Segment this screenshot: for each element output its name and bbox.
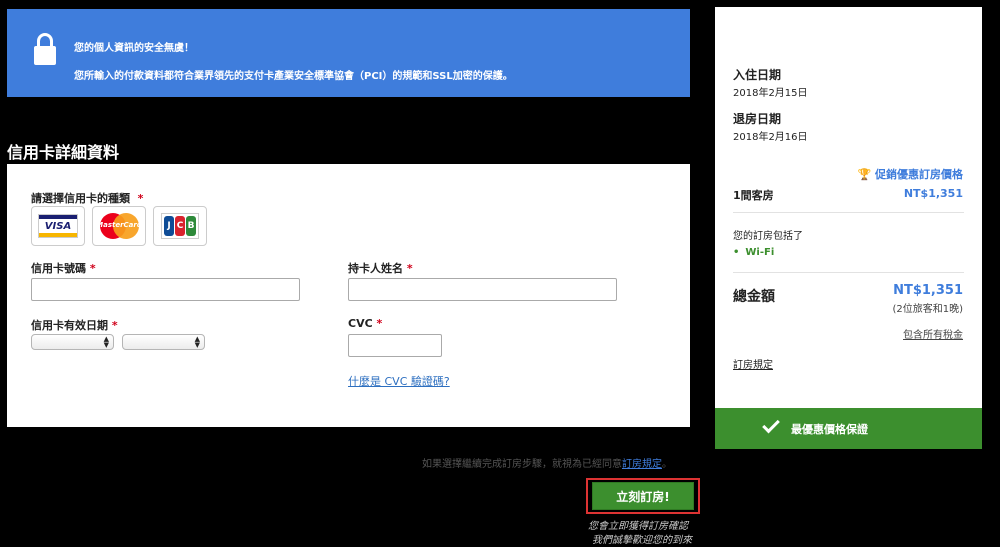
- includes-wifi: Wi-Fi: [733, 247, 774, 258]
- room-price: NT$1,351: [903, 187, 963, 200]
- mastercard-card-option[interactable]: MasterCard: [92, 206, 146, 246]
- divider: [733, 212, 964, 213]
- select-arrow-icon: ▲ ▼: [194, 335, 200, 349]
- select-arrow-icon: ▲ ▼: [103, 335, 109, 349]
- jcb-card-option[interactable]: JCB: [153, 206, 207, 246]
- cvc-input[interactable]: [348, 334, 442, 357]
- cardholder-name-input[interactable]: [348, 278, 617, 301]
- guarantee-label: 最優惠價格保證: [791, 422, 868, 436]
- booking-summary-panel: 入住日期 2018年2月15日 退房日期 2018年2月16日 🏆 促銷優惠訂房…: [715, 7, 982, 449]
- expiry-date-label: 信用卡有效日期 *: [31, 319, 118, 332]
- jcb-logo: JCB: [161, 213, 199, 239]
- booking-policy-link[interactable]: 訂房規定: [733, 356, 773, 371]
- security-description: 您所輸入的付款資料都符合業界領先的支付卡產業安全標準協會（PCI）的規範和SSL…: [74, 71, 513, 82]
- cardholder-name-label: 持卡人姓名 *: [348, 262, 413, 275]
- booking-agreement: 如果選擇繼續完成訂房步驟，就視為已經同意訂房規定。: [422, 459, 672, 470]
- cvc-label: CVC *: [348, 317, 383, 330]
- checkout-date: 2018年2月16日: [733, 132, 808, 143]
- divider: [733, 272, 964, 273]
- visa-logo: VISA: [38, 214, 78, 238]
- total-label: 總金額: [733, 289, 775, 305]
- best-price-guarantee: 最優惠價格保證: [715, 408, 982, 449]
- expiry-year-select[interactable]: ▲ ▼: [122, 334, 205, 350]
- booking-confirmation-note: 您會立即獲得訂房確認: [588, 521, 688, 532]
- mastercard-logo: MasterCard: [96, 212, 142, 240]
- total-guests-note: (2位旅客和1晚): [892, 304, 963, 315]
- card-number-label: 信用卡號碼 *: [31, 262, 96, 275]
- book-now-button[interactable]: 立刻訂房!: [592, 482, 694, 510]
- checkin-label: 入住日期: [733, 68, 782, 82]
- welcome-note: 我們誠摯歡迎您的到來: [592, 535, 692, 546]
- visa-card-option[interactable]: VISA: [31, 206, 85, 246]
- trophy-icon: 🏆: [857, 168, 872, 181]
- room-count-label: 1間客房: [733, 189, 774, 202]
- includes-label: 您的訂房包括了: [733, 231, 803, 242]
- card-type-label: 請選擇信用卡的種類 *: [31, 192, 144, 205]
- checkmark-icon: [762, 415, 780, 434]
- promo-price-label: 🏆 促銷優惠訂房價格: [857, 168, 963, 181]
- security-banner: 您的個人資訊的安全無虞！ 您所輸入的付款資料都符合業界領先的支付卡產業安全標準協…: [7, 9, 690, 97]
- lock-icon: [34, 33, 56, 65]
- checkout-label: 退房日期: [733, 112, 782, 126]
- checkin-date: 2018年2月15日: [733, 88, 808, 99]
- card-number-input[interactable]: [31, 278, 300, 301]
- credit-card-form: 請選擇信用卡的種類 * VISA MasterCard JCB 信用卡號碼 * …: [7, 164, 690, 427]
- booking-terms-link[interactable]: 訂房規定: [622, 459, 662, 470]
- security-title: 您的個人資訊的安全無虞！: [74, 43, 194, 54]
- expiry-month-select[interactable]: ▲ ▼: [31, 334, 114, 350]
- tax-included-note[interactable]: 包含所有稅金: [903, 326, 963, 341]
- total-price: NT$1,351: [893, 283, 963, 298]
- cvc-help-link[interactable]: 什麼是 CVC 驗證碼?: [348, 373, 450, 389]
- credit-card-section-title: 信用卡詳細資料: [7, 143, 120, 162]
